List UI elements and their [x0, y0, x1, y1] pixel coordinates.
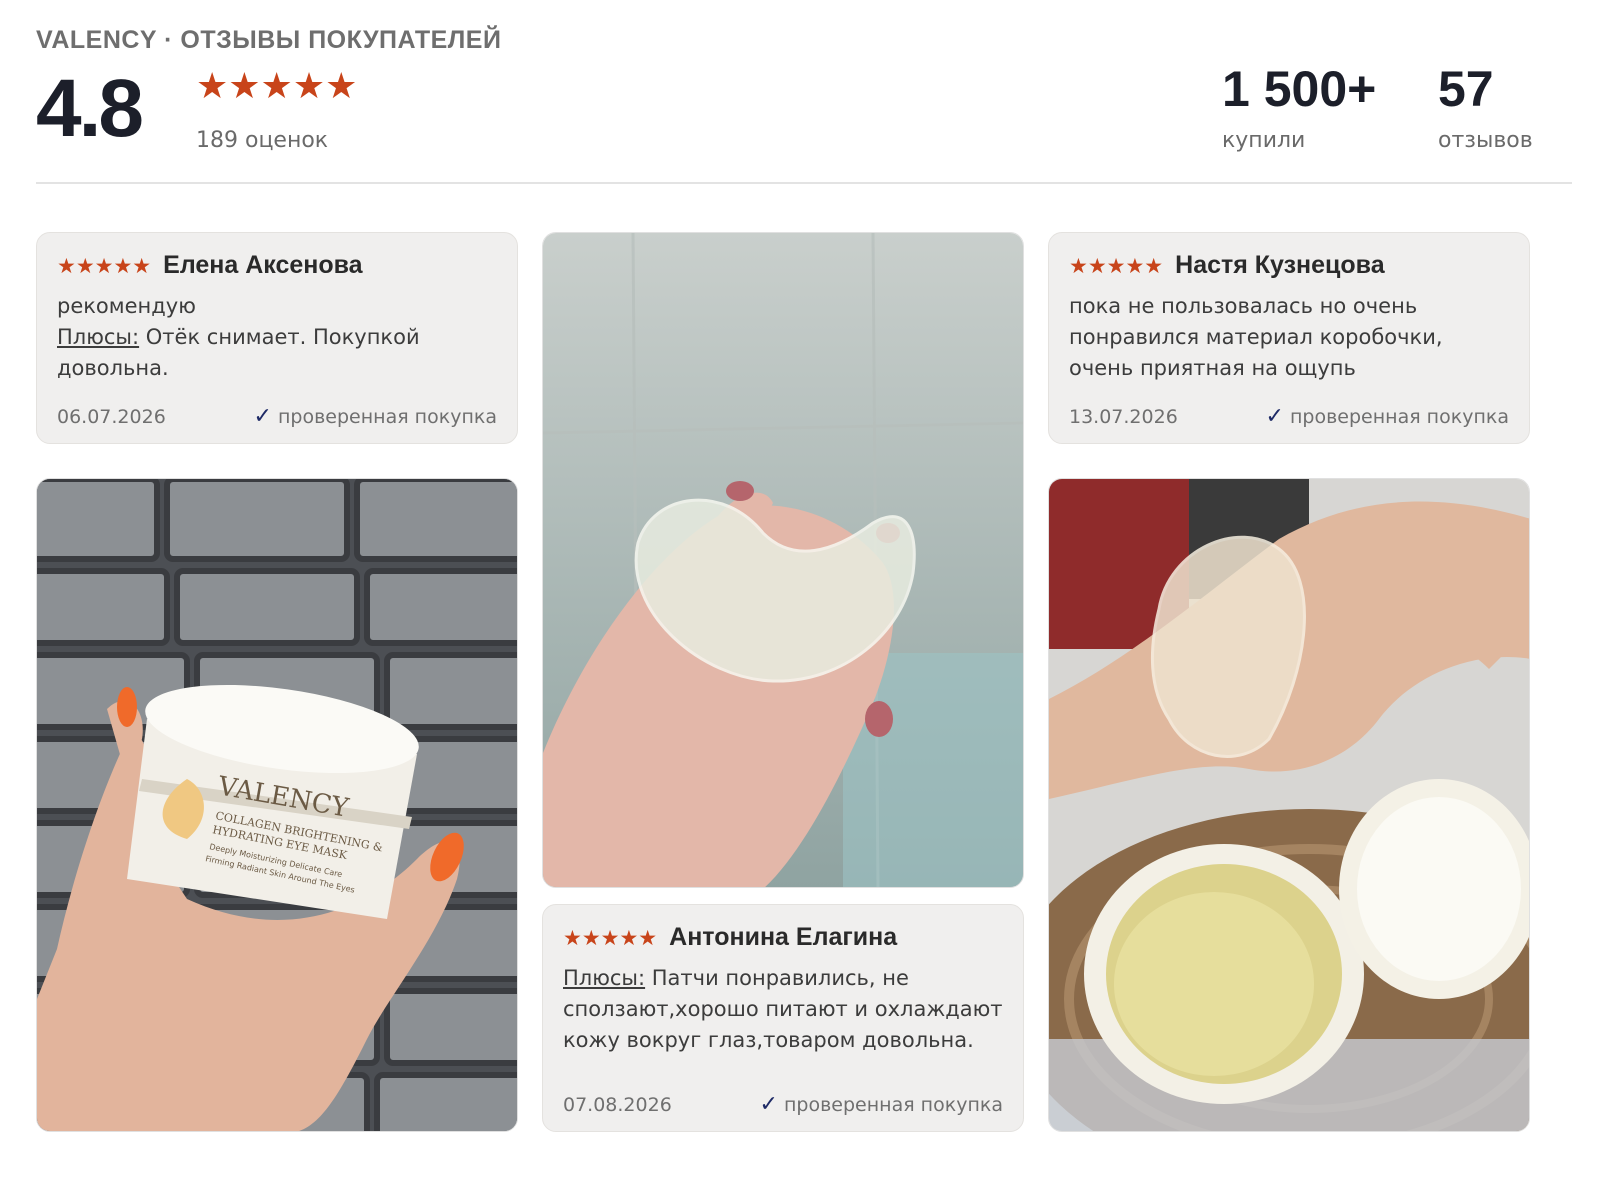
- rating-stars: ★★★★★: [196, 66, 358, 107]
- review-card[interactable]: ★★★★★ Елена Аксенова рекомендую Плюсы: О…: [36, 232, 518, 444]
- verified-label: проверенная покупка: [277, 405, 497, 428]
- review-stars: ★★★★★: [1069, 253, 1164, 278]
- check-icon: ✓: [759, 1092, 778, 1117]
- pros-label: Плюсы:: [57, 325, 140, 349]
- review-stars: ★★★★★: [57, 253, 152, 278]
- review-text: рекомендую Плюсы: Отёк снимает. Покупкой…: [57, 291, 497, 384]
- bought-label: купили: [1222, 128, 1306, 153]
- reviews-value: 57: [1438, 61, 1494, 117]
- review-author: Елена Аксенова: [163, 251, 363, 279]
- review-text: пока не пользовалась но очень понравился…: [1069, 294, 1443, 380]
- review-comment: рекомендую: [57, 294, 196, 318]
- average-rating: 4.8: [36, 63, 144, 154]
- jar-photo-image: VALENCY COLLAGEN BRIGHTENING & HYDRATING…: [37, 479, 517, 1131]
- review-photo-jar[interactable]: VALENCY COLLAGEN BRIGHTENING & HYDRATING…: [36, 478, 518, 1132]
- review-text: Плюсы: Патчи понравились, не сползают,хо…: [563, 963, 1003, 1056]
- verified-purchase: ✓ проверенная покупка: [254, 404, 497, 429]
- check-icon: ✓: [1265, 404, 1284, 429]
- verified-label: проверенная покупка: [783, 1093, 1003, 1116]
- stat-bought: 1 500+ купили: [1222, 60, 1376, 153]
- verified-purchase: ✓ проверенная покупка: [1266, 404, 1509, 429]
- reviews-header: VALENCY · ОТЗЫВЫ ПОКУПАТЕЛЕЙ 4.8 ★★★★★ 1…: [36, 24, 1572, 182]
- header-divider: [36, 182, 1572, 184]
- review-date: 07.08.2026: [563, 1093, 672, 1116]
- patch-photo-image: [543, 233, 1023, 887]
- review-date: 06.07.2026: [57, 405, 166, 428]
- reviews-label: отзывов: [1438, 128, 1533, 153]
- ratings-count: 189 оценок: [196, 128, 329, 153]
- verified-label: проверенная покупка: [1289, 405, 1509, 428]
- review-photo-patch[interactable]: [542, 232, 1024, 888]
- review-stars: ★★★★★: [563, 925, 658, 950]
- pros-label: Плюсы:: [563, 966, 646, 990]
- review-date: 13.07.2026: [1069, 405, 1178, 428]
- stat-reviews[interactable]: 57 отзывов: [1438, 60, 1533, 153]
- bought-value: 1 500+: [1222, 61, 1377, 117]
- review-author: Антонина Елагина: [669, 923, 898, 951]
- review-card[interactable]: ★★★★★ Антонина Елагина Плюсы: Патчи понр…: [542, 904, 1024, 1132]
- open-jar-photo-image: [1049, 479, 1529, 1131]
- check-icon: ✓: [253, 404, 272, 429]
- brand-title: VALENCY · ОТЗЫВЫ ПОКУПАТЕЛЕЙ: [36, 26, 502, 54]
- review-photo-open-jar[interactable]: [1048, 478, 1530, 1132]
- review-card[interactable]: ★★★★★ Настя Кузнецова пока не пользовала…: [1048, 232, 1530, 444]
- verified-purchase: ✓ проверенная покупка: [760, 1092, 1003, 1117]
- review-author: Настя Кузнецова: [1175, 251, 1385, 279]
